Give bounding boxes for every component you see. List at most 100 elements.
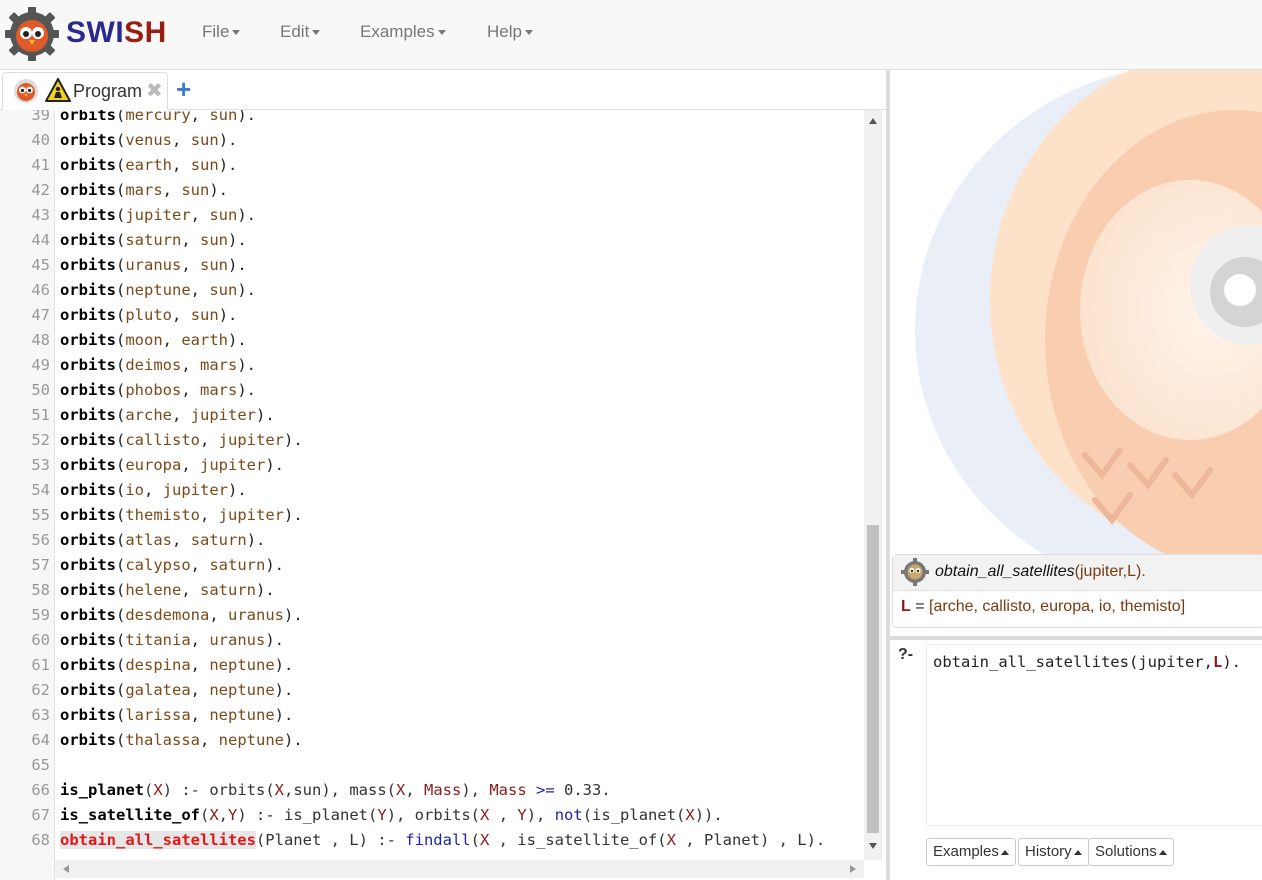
code-line[interactable]: 41 orbits(earth, sun). — [0, 153, 860, 178]
close-icon[interactable]: ✖ — [146, 78, 163, 103]
code-token: uranus — [228, 606, 285, 624]
code-token: io — [125, 481, 145, 499]
code-text: orbits(deimos, mars). — [60, 356, 257, 374]
code-token: )). — [694, 806, 733, 824]
menu-help[interactable]: Help — [487, 22, 533, 42]
answer-header[interactable]: obtain_all_satellites(jupiter,L). — [893, 555, 1262, 591]
code-line[interactable]: 62 orbits(galatea, neptune). — [0, 678, 860, 703]
examples-button[interactable]: Examples — [926, 838, 1016, 866]
code-line[interactable]: 54 orbits(io, jupiter). — [0, 478, 860, 503]
code-line[interactable]: 56 orbits(atlas, saturn). — [0, 528, 860, 553]
brand-part2: SH — [124, 16, 167, 49]
code-token: , — [405, 781, 425, 799]
scroll-up-icon[interactable] — [869, 118, 877, 124]
code-token: ), orbits( — [386, 806, 481, 824]
scroll-down-icon[interactable] — [869, 843, 877, 849]
code-line[interactable]: 52 orbits(callisto, jupiter). — [0, 428, 860, 453]
code-line[interactable]: 45 orbits(uranus, sun). — [0, 253, 860, 278]
answer-query-args: (jupiter,L). — [1074, 563, 1146, 580]
code-token: orbits — [60, 481, 116, 499]
history-button[interactable]: History — [1018, 838, 1089, 866]
code-token: sun — [181, 181, 210, 199]
code-token: orbits — [60, 231, 116, 249]
scrollbar-thumb[interactable] — [867, 525, 879, 833]
code-line[interactable]: 40 orbits(venus, sun). — [0, 128, 860, 153]
menu-examples[interactable]: Examples — [360, 22, 446, 42]
code-lines: 39 orbits(mercury, sun). 40 orbits(venus, s… — [0, 110, 860, 853]
line-number: 41 — [31, 156, 50, 174]
code-token: ( — [144, 781, 154, 799]
code-line[interactable]: 49 orbits(deimos, mars). — [0, 353, 860, 378]
menu-examples-label: Examples — [360, 22, 435, 41]
code-token: neptune — [209, 681, 275, 699]
code-line[interactable]: 39 orbits(mercury, sun). — [0, 110, 860, 128]
code-line[interactable]: 42 orbits(mars, sun). — [0, 178, 860, 203]
code-token: neptune — [209, 706, 275, 724]
code-line[interactable]: 53 orbits(europa, jupiter). — [0, 453, 860, 478]
code-line[interactable]: 51 orbits(arche, jupiter). — [0, 403, 860, 428]
tab-program[interactable]: Program ✖ — [2, 72, 168, 110]
code-line[interactable]: 61 orbits(despina, neptune). — [0, 653, 860, 678]
code-token: uranus — [209, 631, 266, 649]
answer-box: obtain_all_satellites(jupiter,L). L = [a… — [892, 554, 1262, 628]
code-line[interactable]: 43 orbits(jupiter, sun). — [0, 203, 860, 228]
code-line[interactable]: 44 orbits(saturn, sun). — [0, 228, 860, 253]
code-text: orbits(atlas, saturn). — [60, 531, 266, 549]
gear-owl-icon — [901, 558, 929, 586]
code-token: callisto — [125, 431, 200, 449]
query-variable: L — [1212, 653, 1223, 671]
code-line[interactable]: 65 — [0, 753, 860, 778]
answer-variable: L — [901, 598, 911, 615]
line-number: 51 — [31, 406, 50, 424]
query-editor[interactable]: obtain_all_satellites(jupiter,L). — [926, 644, 1262, 826]
code-text: orbits(earth, sun). — [60, 156, 238, 174]
menu-file[interactable]: File — [202, 22, 241, 42]
code-line[interactable]: 68 obtain_all_satellites(Planet , L) :- f… — [0, 828, 860, 853]
code-line[interactable]: 48 orbits(moon, earth). — [0, 328, 860, 353]
code-text: obtain_all_satellites(Planet , L) :- fin… — [60, 828, 825, 853]
code-token: orbits — [60, 581, 116, 599]
menu-edit[interactable]: Edit — [280, 22, 321, 42]
background-owl-image — [890, 70, 1262, 560]
code-line[interactable]: 64 orbits(thalassa, neptune). — [0, 728, 860, 753]
code-text: orbits(larissa, neptune). — [60, 706, 294, 724]
code-line[interactable]: 59 orbits(desdemona, uranus). — [0, 603, 860, 628]
swish-logo-icon[interactable] — [4, 6, 60, 62]
code-text: orbits(mercury, sun). — [60, 110, 256, 128]
code-token: not — [554, 806, 583, 824]
code-line[interactable]: 57 orbits(calypso, saturn). — [0, 553, 860, 578]
code-line[interactable]: 67 is_satellite_of(X,Y) :- is_planet(Y), … — [0, 803, 860, 828]
code-token: saturn — [190, 531, 247, 549]
code-token: X — [666, 831, 676, 849]
code-line[interactable]: 50 orbits(phobos, mars). — [0, 378, 860, 403]
add-tab-button[interactable]: + — [176, 74, 191, 105]
code-token: jupiter — [125, 206, 191, 224]
scroll-right-icon[interactable] — [850, 865, 856, 873]
code-text: orbits(moon, earth). — [60, 331, 247, 349]
code-token: Mass — [424, 781, 462, 799]
code-token: mercury — [125, 110, 191, 124]
query-splitter[interactable] — [890, 636, 1262, 640]
code-line[interactable]: 58 orbits(helene, saturn). — [0, 578, 860, 603]
code-line[interactable]: 63 orbits(larissa, neptune). — [0, 703, 860, 728]
code-token: orbits — [60, 406, 116, 424]
code-token: findall — [405, 831, 471, 849]
brand-title[interactable]: SWISH — [66, 16, 167, 50]
code-line[interactable]: 60 orbits(titania, uranus). — [0, 628, 860, 653]
code-line[interactable]: 55 orbits(themisto, jupiter). — [0, 503, 860, 528]
horizontal-scrollbar[interactable] — [55, 860, 864, 878]
code-text: orbits(arche, jupiter). — [60, 406, 275, 424]
code-token: X — [209, 806, 219, 824]
solutions-button[interactable]: Solutions — [1088, 838, 1174, 866]
code-line[interactable]: 66 is_planet(X) :- orbits(X,sun), mass(X,… — [0, 778, 860, 803]
code-editor[interactable]: 39 orbits(mercury, sun). 40 orbits(venus, s… — [0, 110, 886, 880]
code-token: jupiter — [200, 456, 266, 474]
vertical-scrollbar[interactable] — [864, 110, 882, 860]
code-token: sun — [190, 131, 219, 149]
code-token: venus — [125, 131, 173, 149]
code-line[interactable]: 46 orbits(neptune, sun). — [0, 278, 860, 303]
line-number: 50 — [31, 381, 50, 399]
code-line[interactable]: 47 orbits(pluto, sun). — [0, 303, 860, 328]
code-token: ,sun), mass( — [284, 781, 396, 799]
scroll-left-icon[interactable] — [63, 865, 69, 873]
